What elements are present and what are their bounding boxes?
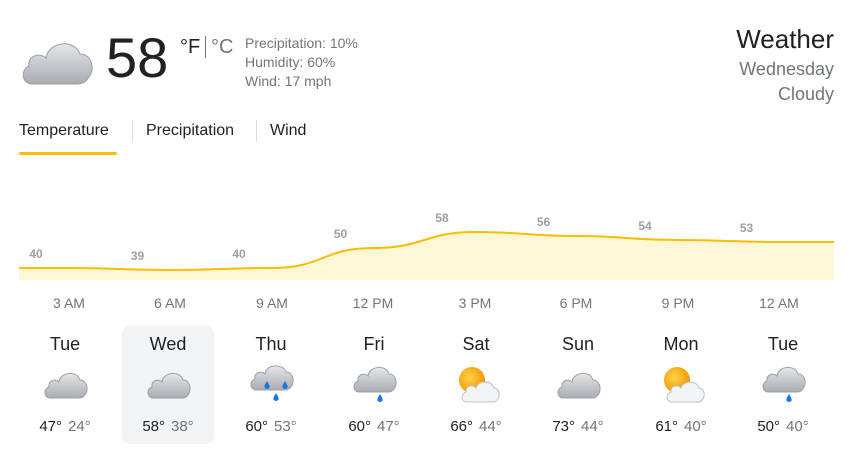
low-temp: 44° (581, 418, 604, 435)
tab-divider (256, 120, 257, 142)
tab-precipitation[interactable]: Precipitation (146, 122, 234, 140)
high-temp: 47° (39, 418, 62, 435)
day-name: Tue (49, 334, 81, 354)
temperature-data-label: 58 (435, 211, 449, 225)
day-name: Sun (561, 334, 595, 354)
day-forecast-sun[interactable]: Sun 73° 44° (532, 326, 624, 444)
tab-temperature[interactable]: Temperature (19, 122, 109, 140)
high-temp: 73° (552, 418, 575, 435)
temperature-data-label: 56 (537, 215, 551, 229)
time-label: 6 PM (559, 295, 593, 311)
day-forecast-mon[interactable]: Mon 61° 40° (635, 326, 727, 444)
day-name: Tue (767, 334, 799, 354)
light-rain-icon (762, 367, 806, 402)
active-tab-indicator (19, 152, 117, 155)
day-forecast-tue[interactable]: Tue 47° 24° (19, 326, 111, 444)
time-label: 3 AM (53, 295, 85, 311)
time-label: 3 PM (458, 295, 492, 311)
temperature-data-label: 40 (29, 247, 43, 261)
low-temp: 44° (479, 418, 502, 435)
temperature-data-label: 53 (740, 221, 754, 235)
low-temp: 53° (274, 418, 297, 435)
high-temp: 66° (450, 418, 473, 435)
temperature-data-label: 54 (638, 219, 652, 233)
cloudy-icon (147, 373, 191, 399)
high-temp: 60° (348, 418, 371, 435)
temperature-data-label: 39 (131, 249, 145, 263)
day-temperatures: 73° 44° (532, 418, 624, 435)
humidity-detail: Humidity: 60% (245, 54, 336, 70)
day-temperatures: 47° 24° (19, 418, 111, 435)
light-rain-icon (353, 367, 397, 402)
day-name: Sat (462, 334, 490, 354)
low-temp: 40° (786, 418, 809, 435)
high-temp: 58° (142, 418, 165, 435)
day-name: Mon (663, 334, 699, 354)
cloudy-icon (557, 373, 601, 399)
current-day: Wednesday (739, 59, 834, 79)
high-temp: 60° (245, 418, 268, 435)
low-temp: 40° (684, 418, 707, 435)
wind-detail: Wind: 17 mph (245, 73, 332, 89)
time-label: 9 AM (256, 295, 288, 311)
current-condition: Cloudy (777, 84, 834, 104)
time-label: 9 PM (661, 295, 695, 311)
celsius-toggle[interactable]: °C (211, 36, 233, 59)
day-forecast-fri[interactable]: Fri 60° 47° (328, 326, 420, 444)
low-temp: 38° (171, 418, 194, 435)
tab-divider (132, 120, 133, 142)
day-forecast-tue-next[interactable]: Tue 50° 40° (737, 326, 829, 444)
high-temp: 61° (655, 418, 678, 435)
fahrenheit-toggle[interactable]: °F (180, 36, 200, 59)
cloudy-icon (44, 373, 88, 399)
tab-wind[interactable]: Wind (270, 122, 306, 140)
day-name: Thu (255, 334, 287, 354)
day-temperatures: 61° 40° (635, 418, 727, 435)
day-forecast-wed[interactable]: Wed 58° 38° (122, 326, 214, 444)
day-forecast-sat[interactable]: Sat 66° 44° (430, 326, 522, 444)
unit-divider (205, 36, 206, 58)
day-name: Fri (363, 334, 385, 354)
day-name: Wed (149, 334, 187, 354)
partly-sunny-icon (664, 367, 705, 403)
day-temperatures: 66° 44° (430, 418, 522, 435)
time-label: 12 AM (759, 295, 799, 311)
time-label: 12 PM (352, 295, 394, 311)
low-temp: 24° (68, 418, 91, 435)
day-temperatures: 60° 53° (225, 418, 317, 435)
day-temperatures: 58° 38° (122, 418, 214, 435)
temperature-data-label: 40 (232, 247, 246, 261)
temperature-chart: 40 39 40 50 58 56 54 53 (19, 211, 834, 280)
temperature-data-label: 50 (334, 227, 348, 241)
time-label: 6 AM (154, 295, 186, 311)
high-temp: 50° (757, 418, 780, 435)
day-temperatures: 50° 40° (737, 418, 829, 435)
low-temp: 47° (377, 418, 400, 435)
precipitation-detail: Precipitation: 10% (245, 35, 358, 51)
widget-title: Weather (736, 24, 834, 54)
partly-sunny-icon (459, 367, 500, 403)
cloudy-icon (22, 43, 93, 85)
current-temperature: 58 (106, 26, 169, 89)
day-temperatures: 60° 47° (328, 418, 420, 435)
rain-showers-icon (250, 365, 294, 401)
day-forecast-thu[interactable]: Thu 60° 53° (225, 326, 317, 444)
